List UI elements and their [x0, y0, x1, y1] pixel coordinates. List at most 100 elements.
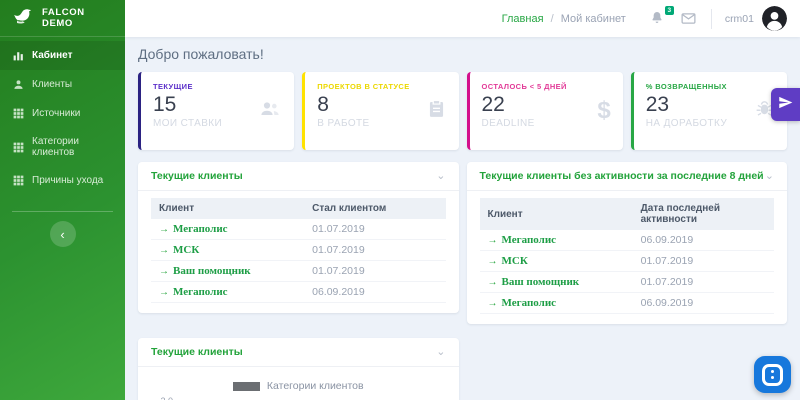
arrow-right-icon: →: [159, 245, 169, 256]
panel-inactive-clients: Текущие клиенты без активности за послед…: [466, 162, 788, 324]
arrow-right-icon: →: [487, 256, 498, 267]
table-row: → Мегаполис 01.07.2019: [151, 219, 446, 240]
column-header: Дата последней активности: [632, 198, 774, 230]
bar-chart-icon: [12, 49, 25, 62]
chevron-down-icon[interactable]: ⌄: [765, 171, 774, 182]
arrow-right-icon: →: [487, 277, 498, 288]
arrow-right-icon: →: [159, 224, 169, 235]
column-header: Клиент: [151, 198, 305, 219]
stat-card-deadline: ОСТАЛОСЬ < 5 ДНЕЙ 22 DEADLINE $: [466, 72, 623, 150]
app-logo[interactable]: FALCON DEMO: [0, 0, 125, 37]
client-date: 01.07.2019: [304, 260, 446, 282]
sidebar-item-label: Кабинет: [32, 50, 73, 61]
grid-icon: [12, 174, 25, 187]
client-link[interactable]: МСК: [173, 244, 199, 256]
column-header: Стал клиентом: [304, 198, 446, 219]
envelope-icon: [680, 12, 697, 31]
arrow-right-icon: →: [159, 287, 169, 298]
user-menu[interactable]: crm01: [725, 6, 787, 31]
client-link[interactable]: Ваш помощник: [173, 265, 251, 277]
sidebar-item-kategorii-klientov[interactable]: Категории клиентов: [0, 128, 125, 166]
client-date: 01.07.2019: [632, 250, 774, 272]
sidebar-nav: Кабинет Клиенты Источники Категории клие…: [0, 37, 125, 195]
arrow-right-icon: →: [487, 298, 498, 309]
panel-title: Текущие клиенты без активности за послед…: [479, 170, 764, 182]
arrow-right-icon: →: [487, 235, 498, 246]
legend-label: Категории клиентов: [266, 380, 364, 392]
y-tick: 2.0: [160, 396, 173, 400]
sidebar-collapse-button[interactable]: ‹: [49, 221, 76, 247]
sidebar-item-label: Источники: [32, 108, 81, 119]
sidebar-item-kabinet[interactable]: Кабинет: [0, 41, 125, 70]
chart-legend: Категории клиентов: [151, 380, 446, 392]
tables-row: Текущие клиенты ⌄ Клиент Стал клиентом →…: [138, 162, 787, 324]
avatar: [762, 6, 787, 31]
stat-card-current: ТЕКУЩИЕ 15 МОИ СТАВКИ: [138, 72, 295, 150]
chart-row: Текущие клиенты ⌄ Категории клиентов 2.0…: [138, 338, 787, 400]
sidebar-item-klienty[interactable]: Клиенты: [0, 70, 125, 99]
stat-card-label: ТЕКУЩИЕ: [153, 82, 193, 91]
panel-body: Клиент Дата последней активности → Мегапо…: [467, 191, 788, 324]
sidebar-item-prichiny-uhoda[interactable]: Причины ухода: [0, 166, 125, 195]
stat-card-value: 22: [481, 93, 505, 116]
panel-body: Клиент Стал клиентом → Мегаполис 01.07.20…: [138, 191, 459, 313]
top-navbar: Главная / Мой кабинет 3 crm01: [125, 0, 800, 37]
sidebar-item-label: Категории клиентов: [32, 136, 79, 158]
paper-plane-icon: [778, 95, 793, 115]
stat-cards-row: ТЕКУЩИЕ 15 МОИ СТАВКИ ПРОЕКТОВ В СТАТУСЕ…: [138, 72, 787, 150]
inactive-clients-table: Клиент Дата последней активности → Мегапо…: [479, 198, 774, 314]
feedback-send-button[interactable]: [771, 88, 800, 121]
stat-card-label: ОСТАЛОСЬ < 5 ДНЕЙ: [481, 82, 567, 91]
bell-icon: [649, 11, 665, 30]
chart-body: Категории клиентов 2.0 1.8: [138, 367, 459, 400]
panel-header: Текущие клиенты ⌄: [138, 162, 459, 191]
sidebar-item-label: Клиенты: [32, 79, 73, 90]
app-title: FALCON DEMO: [42, 7, 85, 29]
main-content: Добро пожаловать! ТЕКУЩИЕ 15 МОИ СТАВКИ …: [125, 37, 800, 400]
grid-icon: [12, 107, 25, 120]
client-date: 01.07.2019: [632, 271, 774, 293]
table-row: → Мегаполис 06.09.2019: [479, 230, 774, 251]
dot: [770, 369, 775, 374]
client-link[interactable]: Ваш помощник: [502, 276, 580, 288]
page-title: Добро пожаловать!: [138, 46, 264, 62]
sidebar-item-istochniki[interactable]: Источники: [0, 99, 125, 128]
notifications-badge: 3: [664, 5, 674, 15]
panel-header: Текущие клиенты без активности за послед…: [466, 162, 787, 191]
client-date: 06.09.2019: [632, 230, 774, 251]
column-header: Клиент: [479, 198, 633, 230]
stat-card-label: ПРОЕКТОВ В СТАТУСЕ: [317, 82, 410, 91]
client-link[interactable]: Мегаполис: [173, 223, 228, 235]
dollar-icon: $: [597, 97, 611, 124]
stat-card-label: % ВОЗВРАЩЕННЫХ: [645, 82, 727, 91]
sidebar-item-label: Причины ухода: [32, 175, 104, 186]
client-link[interactable]: Мегаполис: [502, 234, 557, 246]
messages-button[interactable]: [680, 10, 698, 28]
table-row: → Мегаполис 06.09.2019: [151, 281, 446, 303]
client-link[interactable]: МСК: [502, 255, 528, 267]
client-date: 01.07.2019: [304, 219, 446, 240]
clients-table: Клиент Стал клиентом → Мегаполис 01.07.20…: [151, 198, 446, 303]
clipboard-icon: [426, 98, 447, 124]
stat-card-subtitle: DEADLINE: [481, 118, 535, 129]
user-icon: [12, 78, 25, 91]
stat-card-projects: ПРОЕКТОВ В СТАТУСЕ 8 В РАБОТЕ: [302, 72, 459, 150]
username-label: crm01: [724, 12, 754, 25]
client-link[interactable]: Мегаполис: [173, 286, 228, 298]
chevron-down-icon[interactable]: ⌄: [436, 347, 445, 358]
navbar-divider: [710, 8, 712, 29]
client-date: 06.09.2019: [304, 281, 446, 303]
client-date: 01.07.2019: [304, 239, 446, 261]
breadcrumb-home-link[interactable]: Главная: [502, 13, 544, 25]
breadcrumb-current: Мой кабинет: [560, 12, 626, 25]
panel-header: Текущие клиенты ⌄: [138, 338, 459, 367]
users-icon: [258, 97, 282, 126]
chat-widget-button[interactable]: [754, 356, 791, 393]
sidebar: FALCON DEMO Кабинет Клиенты Источники Ка…: [0, 0, 125, 400]
chevron-down-icon[interactable]: ⌄: [436, 171, 445, 182]
arrow-right-icon: →: [159, 266, 169, 277]
stat-card-returned: % ВОЗВРАЩЕННЫХ 23 НА ДОРАБОТКУ: [630, 72, 787, 150]
client-link[interactable]: Мегаполис: [502, 297, 557, 309]
chat-bubble-icon: [762, 363, 783, 386]
notifications-button[interactable]: 3: [649, 5, 674, 30]
